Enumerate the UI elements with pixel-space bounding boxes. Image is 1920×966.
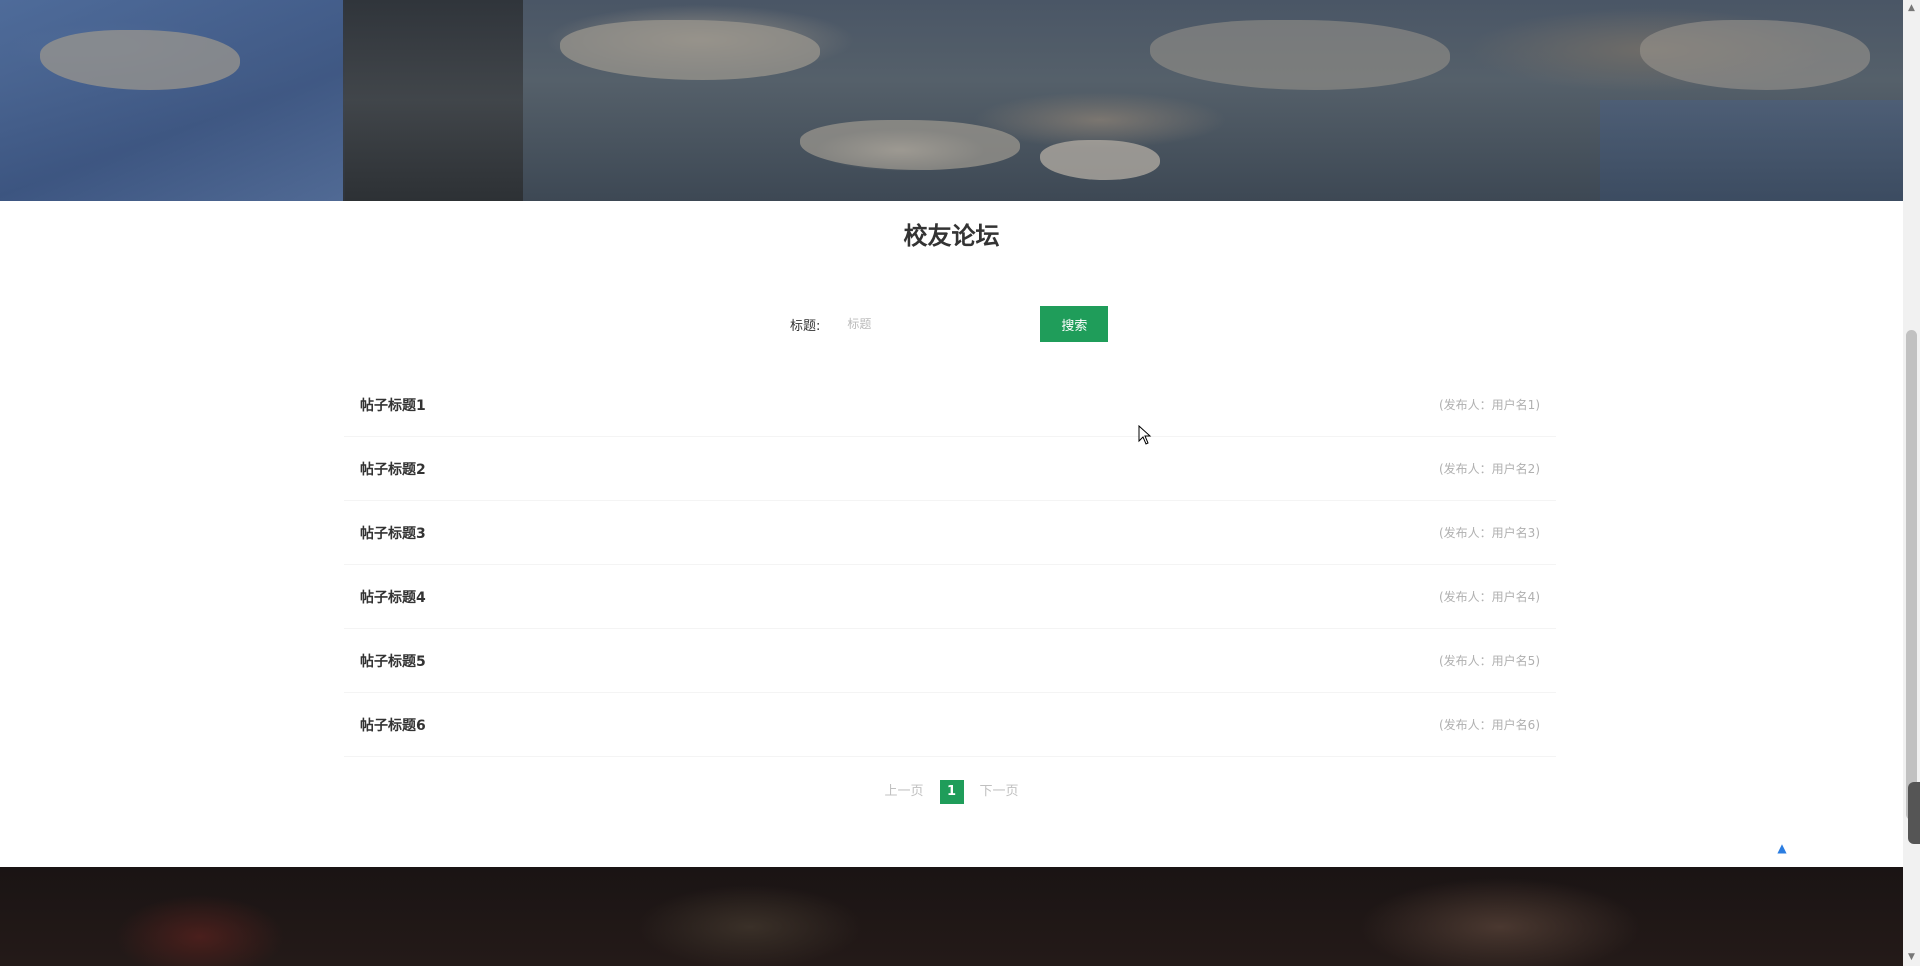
post-author: (发布人：用户名6)	[1439, 718, 1540, 732]
pagination: 上一页 1 下一页	[0, 780, 1903, 804]
mouse-cursor-icon	[1138, 425, 1152, 445]
side-widget-handle[interactable]	[1908, 782, 1920, 844]
hero-rock	[1150, 20, 1450, 90]
post-row[interactable]: 帖子标题4 (发布人：用户名4)	[344, 565, 1556, 629]
post-author: (发布人：用户名1)	[1439, 398, 1540, 412]
post-author: (发布人：用户名4)	[1439, 590, 1540, 604]
post-row[interactable]: 帖子标题2 (发布人：用户名2)	[344, 437, 1556, 501]
back-to-top-icon[interactable]: ▲	[1774, 841, 1790, 855]
scrollbar-thumb[interactable]	[1906, 330, 1917, 820]
hero-rock	[800, 120, 1020, 170]
post-row[interactable]: 帖子标题3 (发布人：用户名3)	[344, 501, 1556, 565]
post-row[interactable]: 帖子标题1 (发布人：用户名1)	[344, 373, 1556, 437]
post-author: (发布人：用户名2)	[1439, 462, 1540, 476]
hero-water-left	[0, 0, 345, 201]
page-viewport: 校友论坛 标题: 搜索 帖子标题1 (发布人：用户名1) 帖子标题2 (发布人：…	[0, 0, 1903, 966]
hero-rock	[1040, 140, 1160, 180]
hero-rock	[560, 20, 820, 80]
search-label: 标题:	[790, 318, 821, 334]
scroll-up-arrow-icon[interactable]: ▲	[1903, 0, 1920, 17]
next-page-button[interactable]: 下一页	[976, 780, 1023, 804]
hero-dark-strip	[343, 0, 523, 201]
hero-rock	[1640, 20, 1870, 90]
section-title: 校友论坛	[903, 222, 1000, 250]
post-title[interactable]: 帖子标题2	[360, 459, 426, 479]
post-list: 帖子标题1 (发布人：用户名1) 帖子标题2 (发布人：用户名2) 帖子标题3 …	[344, 373, 1556, 757]
hero-water-right	[1600, 100, 1903, 201]
post-row[interactable]: 帖子标题5 (发布人：用户名5)	[344, 629, 1556, 693]
post-title[interactable]: 帖子标题5	[360, 651, 426, 671]
post-title[interactable]: 帖子标题1	[360, 395, 426, 415]
post-title[interactable]: 帖子标题4	[360, 587, 426, 607]
post-title[interactable]: 帖子标题3	[360, 523, 426, 543]
search-bar: 标题: 搜索	[790, 305, 1109, 343]
footer-image	[0, 867, 1903, 966]
post-author: (发布人：用户名5)	[1439, 654, 1540, 668]
prev-page-button[interactable]: 上一页	[880, 780, 927, 804]
current-page-button[interactable]: 1	[939, 780, 964, 804]
search-button[interactable]: 搜索	[1040, 306, 1109, 342]
post-title[interactable]: 帖子标题6	[360, 715, 426, 735]
post-author: (发布人：用户名3)	[1439, 526, 1540, 540]
post-row[interactable]: 帖子标题6 (发布人：用户名6)	[344, 693, 1556, 757]
search-input[interactable]	[836, 306, 1037, 342]
hero-banner-image	[0, 0, 1903, 201]
scroll-down-arrow-icon[interactable]: ▼	[1903, 949, 1920, 966]
